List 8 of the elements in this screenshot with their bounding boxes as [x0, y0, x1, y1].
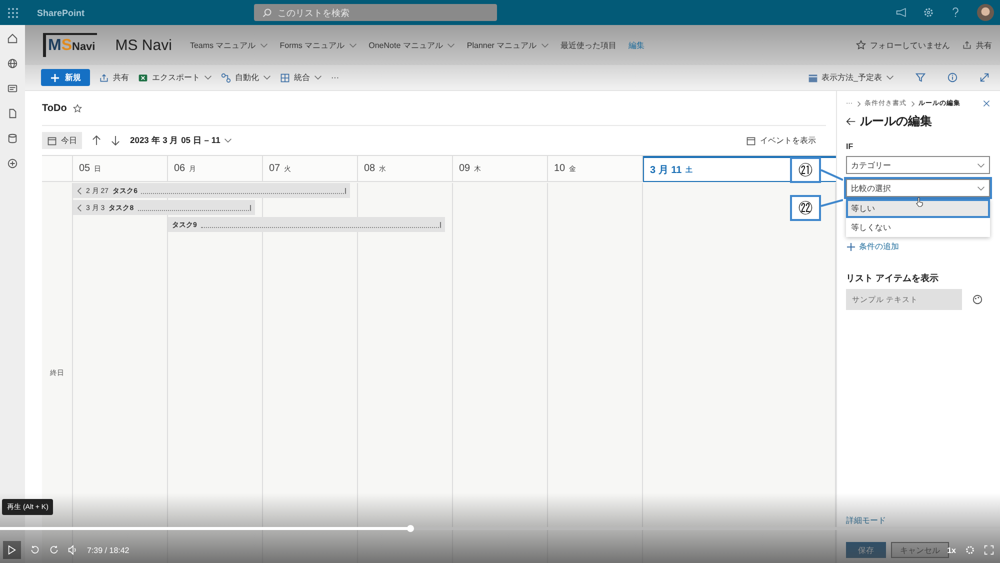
today-label: 今日	[61, 135, 77, 146]
playback-time: 7:39 / 18:42	[87, 546, 130, 554]
callout-tooltip: ㉒	[790, 195, 821, 221]
section-heading: リスト アイテムを表示	[846, 272, 940, 285]
list-title: ToDo	[42, 102, 67, 114]
if-label: IF	[846, 142, 854, 151]
panel-heading: ルールの編集	[860, 113, 932, 130]
callout-tooltip: ㉑	[790, 157, 821, 183]
